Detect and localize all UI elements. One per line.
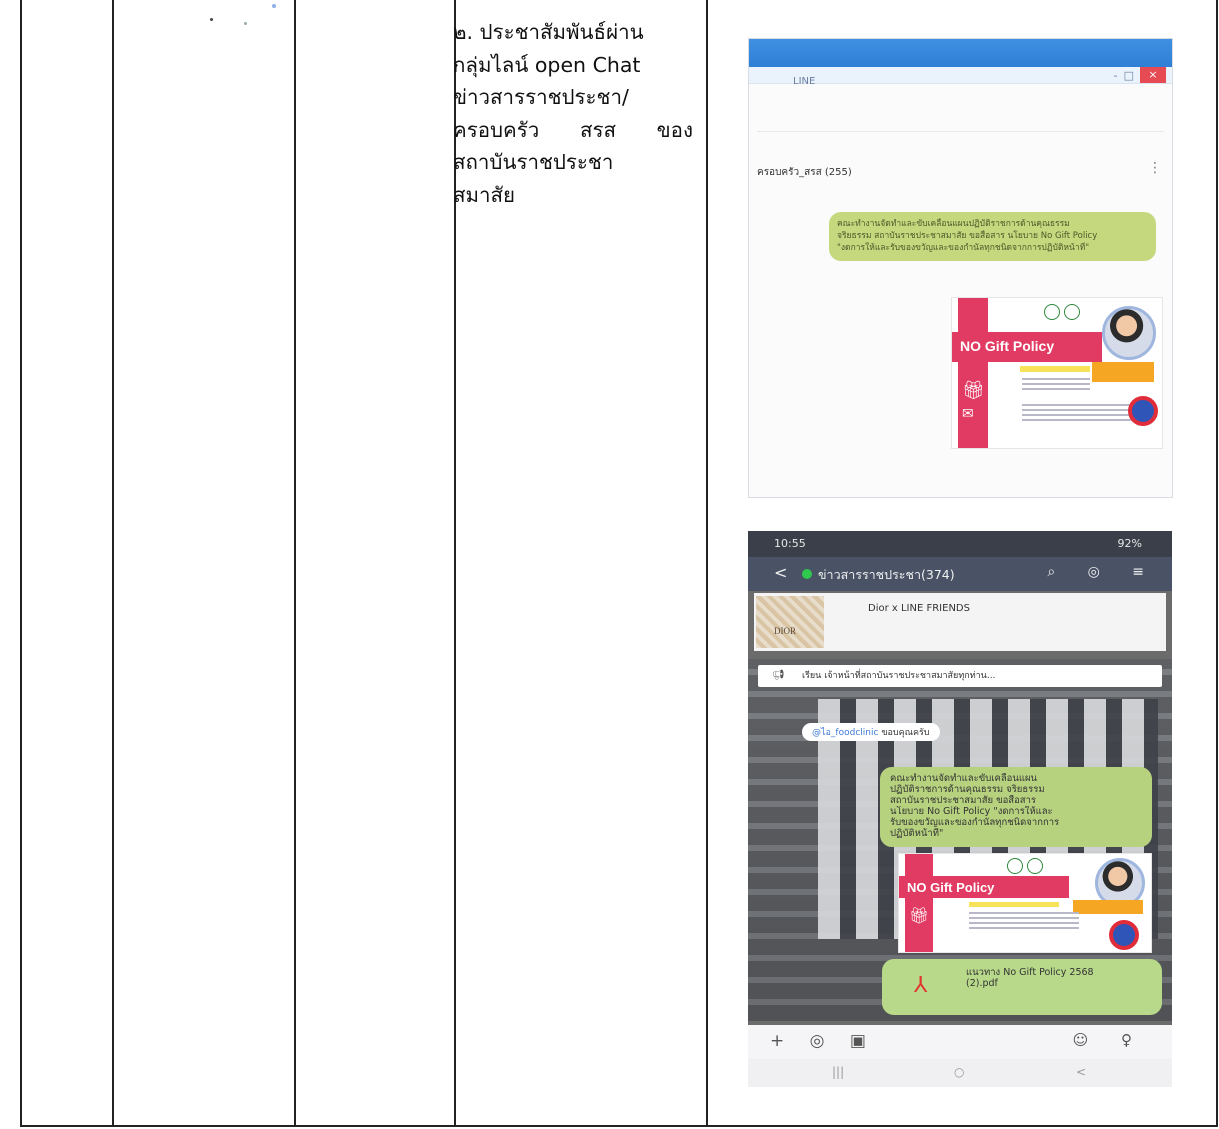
pdf-name-line: (2).pdf: [966, 978, 998, 989]
pdf-file-name: แนวทาง No Gift Policy 2568 (2).pdf: [966, 967, 1094, 989]
description-line-3: ข่าวสารราชประชา/: [453, 85, 629, 109]
announcement-text: เรียน เจ้าหน้าที่สถาบันราชประชาสมาสัยทุก…: [802, 671, 996, 681]
chat-group-name[interactable]: ข่าวสารราชประชา(374): [818, 565, 955, 585]
message-line: "งดการให้และรับของขวัญและของกำนัลทุกชนิด…: [837, 243, 1090, 253]
message-line: ปฏิบัติราชการด้านคุณธรรม จริยธรรม: [890, 784, 1045, 795]
logo-icon: [1027, 858, 1043, 874]
no-sign-icon: [1109, 920, 1139, 950]
ad-thumbnail-text: DIOR: [774, 626, 796, 636]
gift-icon: ✉: [962, 406, 974, 422]
back-icon[interactable]: <: [774, 563, 787, 582]
logo-icon: [1044, 304, 1060, 320]
no-gift-policy-poster[interactable]: NO Gift Policy 🎁︎: [898, 853, 1152, 953]
pdf-name-line: แนวทาง No Gift Policy 2568: [966, 967, 1094, 978]
minimize-icon[interactable]: -: [1114, 69, 1118, 82]
poster-banner: [1020, 366, 1090, 372]
gift-icon: 🎁︎: [962, 380, 985, 401]
message-line: รับของขวัญและของกำนัลทุกชนิดจากการ: [890, 817, 1060, 828]
column-divider-2: [294, 0, 296, 1125]
recent-apps-icon[interactable]: |||: [832, 1065, 844, 1079]
back-nav-icon[interactable]: <: [1076, 1065, 1086, 1079]
more-options-icon[interactable]: ⋮: [1148, 160, 1162, 176]
poster-banner: [969, 902, 1059, 907]
home-icon[interactable]: ○: [954, 1065, 964, 1079]
window-titlebar: [749, 39, 1172, 67]
mention-handle[interactable]: @ไอ_foodclinic: [812, 728, 878, 738]
gift-icon: 🎁︎: [909, 906, 930, 925]
close-icon[interactable]: ×: [1140, 67, 1166, 83]
ad-title: Dior x LINE FRIENDS: [868, 603, 970, 614]
group-avatar-icon: [802, 569, 812, 579]
poster-text-lines: [1022, 378, 1090, 393]
window-controls: - □ ×: [1114, 67, 1166, 83]
no-sign-icon: [1128, 396, 1158, 426]
attachment-icons[interactable]: + ◎ ▣: [770, 1031, 876, 1051]
scan-speck: [210, 18, 213, 21]
poster-label: [1073, 900, 1143, 914]
message-bubble: คณะทำงานจัดทำและขับเคลื่อนแผนปฏิบัติราชก…: [829, 212, 1156, 261]
poster-title: NO Gift Policy: [960, 338, 1055, 354]
status-time: 10:55: [774, 537, 806, 550]
message-line: คณะทำงานจัดทำและขับเคลื่อนแผนปฏิบัติราชก…: [837, 219, 1070, 229]
megaphone-icon: 📢︎: [772, 670, 785, 681]
announcement-bar[interactable]: 📢︎ เรียน เจ้าหน้าที่สถาบันราชประชาสมาสัย…: [758, 665, 1162, 687]
scan-speck: [244, 22, 247, 25]
activity-description: ๒. ประชาสัมพันธ์ผ่าน กลุ่มไลน์ open Chat…: [453, 16, 693, 211]
message-input-bar: + ◎ ▣ ☺ ♀: [748, 1025, 1172, 1059]
header-icons[interactable]: ⌕ ◎ ≡: [1047, 564, 1158, 580]
header-divider: [757, 131, 1164, 132]
message-line: สถาบันราชประชาสมาสัย ขอสื่อสาร: [890, 795, 1037, 806]
pdf-icon: ⅄: [914, 973, 928, 998]
poster-title: NO Gift Policy: [907, 880, 995, 895]
logo-icon: [1007, 858, 1023, 874]
reply-bubble: @ไอ_foodclinic ขอบคุณครับ: [802, 723, 940, 741]
desktop-line-screenshot: LINE - □ × ครอบครัว_สรส (255) ⋮ คณะทำงาน…: [748, 38, 1173, 498]
window-title: LINE: [793, 76, 816, 87]
chat-header: < ข่าวสารราชประชา(374) ⌕ ◎ ≡: [748, 557, 1172, 591]
sponsored-banner[interactable]: DIOR Dior x LINE FRIENDS: [754, 593, 1166, 651]
message-line: คณะทำงานจัดทำและขับเคลื่อนแผน: [890, 773, 1038, 784]
system-navigation-bar: ||| ○ <: [748, 1059, 1172, 1087]
no-gift-policy-poster[interactable]: NO Gift Policy 🎁︎ ✉: [951, 297, 1163, 449]
description-line-2: กลุ่มไลน์ open Chat: [453, 52, 641, 77]
column-divider-4: [706, 0, 708, 1125]
description-line-4: ครอบครัว สรส ของ: [453, 117, 693, 142]
mobile-line-screenshot: 10:55 92% < ข่าวสารราชประชา(374) ⌕ ◎ ≡ D…: [748, 531, 1172, 1087]
message-bubble: คณะทำงานจัดทำและขับเคลื่อนแผน ปฏิบัติราช…: [880, 767, 1152, 847]
scan-speck: [272, 4, 276, 8]
column-divider-1: [112, 0, 114, 1125]
description-line-1: ๒. ประชาสัมพันธ์ผ่าน: [453, 20, 644, 44]
poster-text-lines: [1022, 404, 1132, 424]
poster-ribbon: [905, 854, 933, 952]
maximize-icon[interactable]: □: [1124, 69, 1134, 82]
status-bar: 10:55 92%: [748, 531, 1172, 557]
description-line-5: สถาบันราชประชา: [453, 150, 614, 174]
chat-group-name: ครอบครัว_สรส (255): [757, 167, 852, 178]
logo-icon: [1064, 304, 1080, 320]
ad-thumbnail: DIOR: [756, 596, 824, 648]
reply-text: ขอบคุณครับ: [881, 728, 930, 738]
message-line: จริยธรรม สถาบันราชประชาสมาสัย ขอสื่อสาร …: [837, 231, 1098, 241]
message-line: นโยบาย No Gift Policy "งดการให้และ: [890, 806, 1053, 817]
pdf-attachment[interactable]: ⅄ แนวทาง No Gift Policy 2568 (2).pdf: [882, 959, 1162, 1015]
poster-ribbon: [958, 298, 988, 448]
description-line-6: สมาสัย: [453, 182, 516, 207]
message-line: ปฏิบัติหน้าที่": [890, 828, 944, 839]
battery-level: 92%: [1117, 537, 1142, 550]
emoji-voice-icons[interactable]: ☺ ♀: [1073, 1031, 1146, 1049]
poster-text-lines: [969, 912, 1079, 932]
person-photo: [1102, 306, 1156, 360]
poster-label: [1092, 362, 1154, 382]
